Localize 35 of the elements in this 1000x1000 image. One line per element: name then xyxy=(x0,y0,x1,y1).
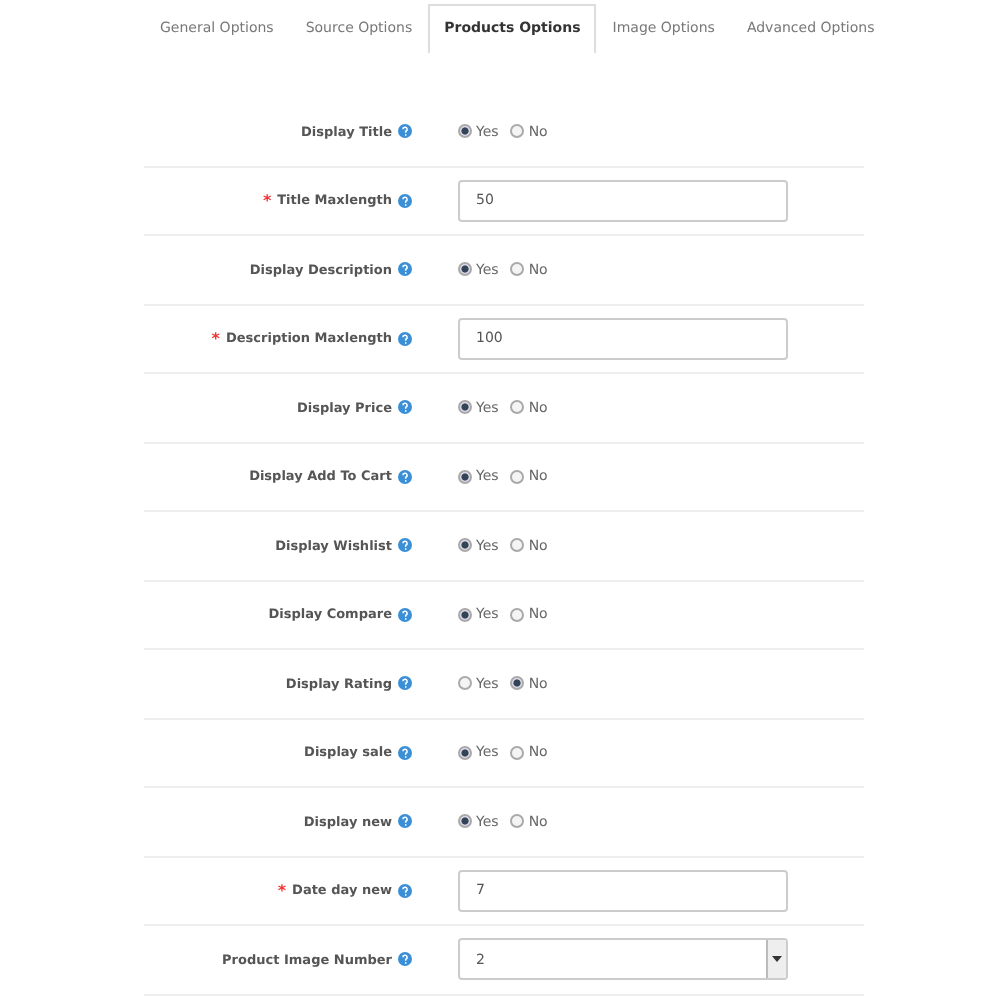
radio-button[interactable] xyxy=(458,469,472,484)
help-icon[interactable] xyxy=(398,814,412,829)
help-icon[interactable] xyxy=(398,883,412,898)
radio-button[interactable] xyxy=(510,745,525,760)
radio-button[interactable] xyxy=(510,538,525,553)
help-icon[interactable] xyxy=(398,124,412,139)
radio-button[interactable] xyxy=(458,745,472,760)
help-icon[interactable] xyxy=(398,193,412,208)
radio-button[interactable] xyxy=(510,124,525,139)
help-icon[interactable] xyxy=(398,331,412,346)
radio-button[interactable] xyxy=(510,262,525,277)
radio-button[interactable] xyxy=(458,262,472,277)
radio-button[interactable] xyxy=(510,400,525,415)
help-icon[interactable] xyxy=(398,262,412,277)
radio-button[interactable] xyxy=(458,400,472,415)
radio-button[interactable] xyxy=(458,607,472,622)
required-mark: * xyxy=(277,881,287,900)
radio-button[interactable] xyxy=(458,538,472,553)
required-mark: * xyxy=(211,329,220,348)
radio-button[interactable] xyxy=(458,814,472,829)
help-icon[interactable] xyxy=(398,676,412,691)
help-icon[interactable] xyxy=(398,745,412,760)
radio-button[interactable] xyxy=(510,607,525,622)
radio-button[interactable] xyxy=(510,676,525,691)
radio-button[interactable] xyxy=(458,676,472,691)
radio-button[interactable] xyxy=(510,814,525,829)
required-mark: * xyxy=(262,191,272,210)
help-icon[interactable] xyxy=(398,400,412,415)
help-icon[interactable] xyxy=(398,469,412,484)
radio-button[interactable] xyxy=(458,124,472,139)
caret-icon xyxy=(772,956,782,963)
help-icon[interactable] xyxy=(398,952,412,967)
help-icon[interactable] xyxy=(398,538,412,553)
help-icon[interactable] xyxy=(398,607,412,622)
radio-button[interactable] xyxy=(510,469,525,484)
